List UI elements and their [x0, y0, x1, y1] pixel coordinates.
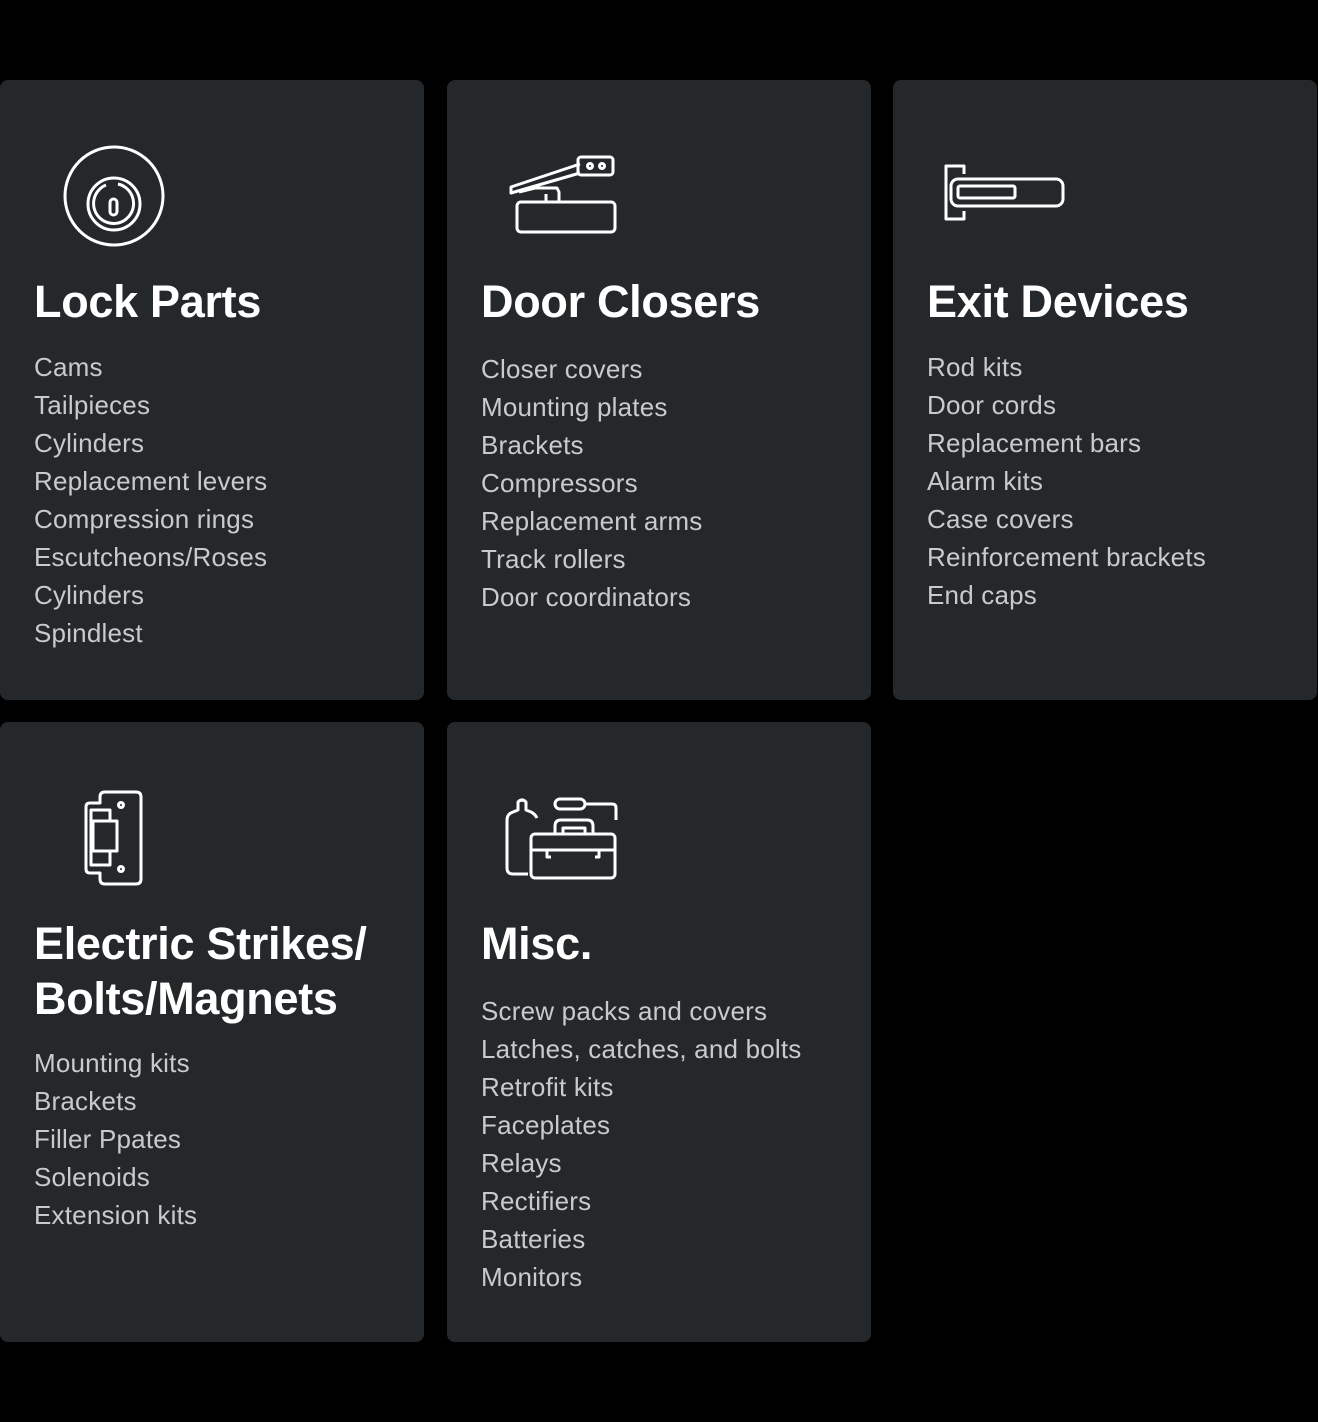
list-item[interactable]: Compressors: [481, 464, 702, 502]
category-card-electric-strikes[interactable]: Electric Strikes/ Bolts/Magnets Mounting…: [0, 722, 424, 1342]
list-item[interactable]: Rectifiers: [481, 1182, 802, 1220]
list-item[interactable]: Cylinders: [34, 424, 267, 462]
item-list: Rod kits Door cords Replacement bars Ala…: [927, 348, 1206, 614]
list-item[interactable]: Case covers: [927, 500, 1206, 538]
list-item[interactable]: Escutcheons/Roses: [34, 538, 267, 576]
list-item[interactable]: Mounting plates: [481, 388, 702, 426]
door-closer-icon: [447, 80, 647, 270]
exit-device-bar-icon: [893, 80, 1093, 270]
list-item[interactable]: Relays: [481, 1144, 802, 1182]
card-title: Lock Parts: [34, 276, 262, 327]
list-item[interactable]: Brackets: [481, 426, 702, 464]
category-card-misc[interactable]: Misc. Screw packs and covers Latches, ca…: [447, 722, 871, 1342]
list-item[interactable]: Tailpieces: [34, 386, 267, 424]
list-item[interactable]: Door cords: [927, 386, 1206, 424]
list-item[interactable]: Mounting kits: [34, 1044, 197, 1082]
toolbox-icon: [447, 722, 647, 912]
list-item[interactable]: Faceplates: [481, 1106, 802, 1144]
list-item[interactable]: Reinforcement brackets: [927, 538, 1206, 576]
category-card-lock-parts[interactable]: Lock Parts Cams Tailpieces Cylinders Rep…: [0, 80, 424, 700]
list-item[interactable]: Rod kits: [927, 348, 1206, 386]
list-item[interactable]: Latches, catches, and bolts: [481, 1030, 802, 1068]
card-title: Misc.: [481, 918, 593, 969]
list-item[interactable]: Alarm kits: [927, 462, 1206, 500]
lock-cylinder-icon: [0, 80, 200, 270]
card-title-line: Electric Strikes/: [34, 918, 367, 969]
list-item[interactable]: Spindlest: [34, 614, 267, 652]
list-item[interactable]: Brackets: [34, 1082, 197, 1120]
card-title: Door Closers: [481, 276, 760, 327]
list-item[interactable]: Solenoids: [34, 1158, 197, 1196]
list-item[interactable]: Cams: [34, 348, 267, 386]
list-item[interactable]: Monitors: [481, 1258, 802, 1296]
category-card-exit-devices[interactable]: Exit Devices Rod kits Door cords Replace…: [893, 80, 1317, 700]
card-title-line: Bolts/Magnets: [34, 973, 338, 1024]
item-list: Screw packs and covers Latches, catches,…: [481, 992, 802, 1296]
card-title: Exit Devices: [927, 276, 1189, 327]
item-list: Cams Tailpieces Cylinders Replacement le…: [34, 348, 267, 652]
list-item[interactable]: Retrofit kits: [481, 1068, 802, 1106]
list-item[interactable]: Cylinders: [34, 576, 267, 614]
item-list: Closer covers Mounting plates Brackets C…: [481, 350, 702, 616]
list-item[interactable]: Door coordinators: [481, 578, 702, 616]
list-item[interactable]: Batteries: [481, 1220, 802, 1258]
list-item[interactable]: Screw packs and covers: [481, 992, 802, 1030]
item-list: Mounting kits Brackets Filler Ppates Sol…: [34, 1044, 197, 1234]
list-item[interactable]: Compression rings: [34, 500, 267, 538]
card-title: Electric Strikes/ Bolts/Magnets: [34, 916, 367, 1026]
list-item[interactable]: Closer covers: [481, 350, 702, 388]
list-item[interactable]: Extension kits: [34, 1196, 197, 1234]
list-item[interactable]: Filler Ppates: [34, 1120, 197, 1158]
list-item[interactable]: Replacement bars: [927, 424, 1206, 462]
list-item[interactable]: Track rollers: [481, 540, 702, 578]
electric-strike-icon: [0, 722, 200, 912]
list-item[interactable]: Replacement arms: [481, 502, 702, 540]
list-item[interactable]: End caps: [927, 576, 1206, 614]
list-item[interactable]: Replacement levers: [34, 462, 267, 500]
category-card-door-closers[interactable]: Door Closers Closer covers Mounting plat…: [447, 80, 871, 700]
